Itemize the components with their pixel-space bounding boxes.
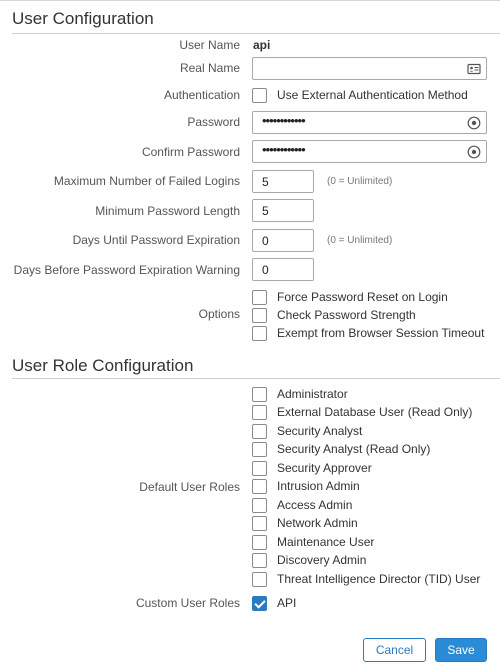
option-checkbox[interactable]: [252, 325, 267, 341]
role-label: Discovery Admin: [277, 553, 367, 567]
password-label: Password: [187, 115, 240, 129]
real-name-input[interactable]: [252, 57, 487, 80]
external-auth-option[interactable]: Use External Authentication Method: [252, 87, 468, 103]
role-checkbox[interactable]: [252, 423, 267, 439]
days-until-expiration-value: 0: [262, 234, 269, 248]
top-divider: [0, 0, 500, 1]
external-auth-checkbox[interactable]: [252, 87, 267, 103]
days-until-expiration-input[interactable]: 0: [252, 229, 314, 252]
role-label: Threat Intelligence Director (TID) User: [277, 572, 481, 586]
custom-role-checkbox[interactable]: [252, 595, 267, 611]
days-until-expiration-label: Days Until Password Expiration: [72, 233, 240, 247]
max-failed-logins-input[interactable]: 5: [252, 170, 314, 193]
custom-role-api[interactable]: API: [252, 595, 296, 611]
role-label: Administrator: [277, 387, 348, 401]
password-value: ••••••••••••: [262, 113, 306, 128]
user-role-configuration-title: User Role Configuration: [12, 356, 194, 375]
role-checkbox[interactable]: [252, 534, 267, 550]
password-reveal-icon[interactable]: [467, 145, 481, 159]
min-password-length-label: Minimum Password Length: [95, 204, 240, 218]
days-before-warning-label: Days Before Password Expiration Warning: [13, 263, 240, 277]
confirm-password-input[interactable]: ••••••••••••: [252, 140, 487, 163]
option-label: Force Password Reset on Login: [277, 290, 448, 304]
role-tid-user[interactable]: Threat Intelligence Director (TID) User: [252, 571, 480, 587]
role-access-admin[interactable]: Access Admin: [252, 497, 352, 513]
role-maintenance-user[interactable]: Maintenance User: [252, 534, 374, 550]
options-label: Options: [198, 307, 240, 321]
authentication-label: Authentication: [163, 88, 240, 102]
option-check-password-strength[interactable]: Check Password Strength: [252, 307, 416, 323]
contact-card-icon[interactable]: [467, 62, 481, 76]
password-input[interactable]: ••••••••••••: [252, 111, 487, 134]
max-failed-logins-label: Maximum Number of Failed Logins: [53, 174, 240, 188]
role-administrator[interactable]: Administrator: [252, 386, 348, 402]
role-label: Intrusion Admin: [277, 479, 360, 493]
user-configuration-title: User Configuration: [12, 9, 154, 28]
save-button[interactable]: Save: [435, 638, 487, 662]
user-name-label: User Name: [179, 38, 240, 52]
user-role-configuration-divider: [12, 378, 500, 379]
role-label: External Database User (Read Only): [277, 405, 473, 419]
role-label: Maintenance User: [277, 535, 375, 549]
option-label: Check Password Strength: [277, 308, 416, 322]
days-before-warning-value: 0: [262, 263, 269, 277]
role-security-approver[interactable]: Security Approver: [252, 460, 372, 476]
cancel-button[interactable]: Cancel: [363, 638, 426, 662]
role-intrusion-admin[interactable]: Intrusion Admin: [252, 478, 360, 494]
max-failed-logins-value: 5: [262, 175, 269, 189]
max-failed-logins-hint: (0 = Unlimited): [327, 176, 393, 187]
confirm-password-label: Confirm Password: [141, 145, 240, 159]
custom-role-label: API: [277, 596, 297, 610]
real-name-label: Real Name: [179, 61, 240, 75]
user-configuration-divider: [12, 33, 500, 34]
option-exempt-session-timeout[interactable]: Exempt from Browser Session Timeout: [252, 325, 484, 341]
default-user-roles-label: Default User Roles: [139, 480, 240, 494]
role-label: Security Analyst (Read Only): [277, 442, 431, 456]
role-network-admin[interactable]: Network Admin: [252, 515, 358, 531]
role-external-database-user[interactable]: External Database User (Read Only): [252, 404, 472, 420]
option-force-password-reset[interactable]: Force Password Reset on Login: [252, 289, 448, 305]
role-checkbox[interactable]: [252, 386, 267, 402]
password-reveal-icon[interactable]: [467, 116, 481, 130]
role-checkbox[interactable]: [252, 478, 267, 494]
min-password-length-input[interactable]: 5: [252, 199, 314, 222]
user-name-value: api: [253, 38, 271, 52]
role-checkbox[interactable]: [252, 441, 267, 457]
custom-user-roles-label: Custom User Roles: [135, 596, 240, 610]
confirm-password-value: ••••••••••••: [262, 142, 306, 157]
role-checkbox[interactable]: [252, 515, 267, 531]
option-label: Exempt from Browser Session Timeout: [277, 326, 485, 340]
role-checkbox[interactable]: [252, 497, 267, 513]
option-checkbox[interactable]: [252, 307, 267, 323]
role-checkbox[interactable]: [252, 552, 267, 568]
role-security-analyst[interactable]: Security Analyst: [252, 423, 362, 439]
role-security-analyst-read-only[interactable]: Security Analyst (Read Only): [252, 441, 430, 457]
role-label: Access Admin: [277, 498, 353, 512]
external-auth-label: Use External Authentication Method: [277, 88, 468, 102]
role-checkbox[interactable]: [252, 404, 267, 420]
option-checkbox[interactable]: [252, 289, 267, 305]
role-label: Security Analyst: [277, 424, 363, 438]
days-until-expiration-hint: (0 = Unlimited): [327, 235, 393, 246]
role-checkbox[interactable]: [252, 460, 267, 476]
role-label: Security Approver: [277, 461, 372, 475]
role-checkbox[interactable]: [252, 571, 267, 587]
days-before-warning-input[interactable]: 0: [252, 258, 314, 281]
role-label: Network Admin: [277, 516, 358, 530]
role-discovery-admin[interactable]: Discovery Admin: [252, 552, 366, 568]
min-password-length-value: 5: [262, 204, 269, 218]
